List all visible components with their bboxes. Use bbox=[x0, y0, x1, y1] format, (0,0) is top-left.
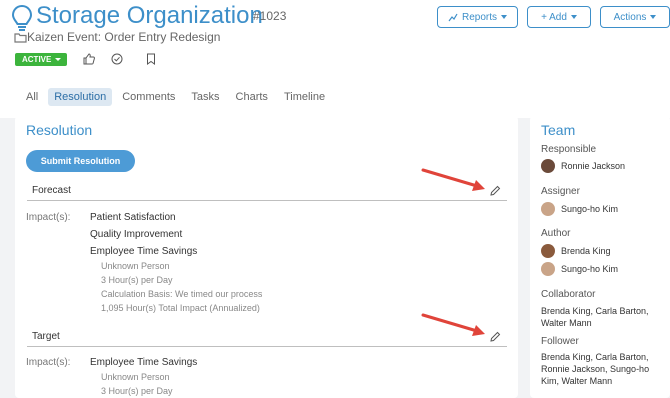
chevron-down-icon bbox=[650, 15, 657, 19]
impact-item: Employee Time Savings bbox=[90, 357, 198, 368]
thumbs-up-icon[interactable] bbox=[83, 53, 95, 65]
impact-item: Patient Satisfaction bbox=[90, 212, 176, 223]
annotation-arrow-icon bbox=[421, 168, 485, 191]
chevron-down-icon bbox=[501, 15, 507, 19]
assigner-label: Assigner bbox=[541, 186, 580, 197]
folder-icon bbox=[14, 33, 27, 43]
tab-tasks[interactable]: Tasks bbox=[185, 88, 225, 106]
forecast-label: Forecast bbox=[32, 185, 71, 196]
follower-label: Follower bbox=[541, 336, 579, 347]
impact-item: Quality Improvement bbox=[90, 229, 183, 240]
avatar bbox=[541, 244, 555, 258]
status-label: ACTIVE bbox=[22, 55, 52, 64]
impact-item: Employee Time Savings bbox=[90, 246, 198, 257]
avatar bbox=[541, 202, 555, 216]
chart-icon bbox=[448, 13, 458, 21]
resolution-title: Resolution bbox=[26, 122, 93, 138]
pencil-icon[interactable] bbox=[489, 331, 501, 343]
impact-detail: 3 Hour(s) per Day bbox=[101, 386, 173, 396]
responsible-label: Responsible bbox=[541, 144, 597, 155]
member-name: Sungo-ho Kim bbox=[561, 204, 619, 214]
ticket-number: #1023 bbox=[253, 9, 287, 23]
tab-all[interactable]: All bbox=[20, 88, 44, 106]
tab-timeline[interactable]: Timeline bbox=[278, 88, 331, 106]
avatar bbox=[541, 262, 555, 276]
add-label: + Add bbox=[541, 11, 567, 23]
team-title: Team bbox=[541, 122, 576, 138]
page-title: Storage Organization bbox=[36, 2, 263, 29]
annotation-arrow-icon bbox=[421, 313, 485, 336]
add-button[interactable]: + Add bbox=[527, 6, 591, 28]
page-header: Storage Organization #1023 Kaizen Event:… bbox=[0, 0, 670, 118]
reports-label: Reports bbox=[461, 11, 497, 23]
team-member[interactable]: Sungo-ho Kim bbox=[541, 262, 618, 276]
team-panel: Team Responsible Ronnie Jackson Assigner… bbox=[530, 116, 670, 398]
actions-button[interactable]: Actions bbox=[600, 6, 670, 28]
tab-comments[interactable]: Comments bbox=[116, 88, 181, 106]
tab-bar: All Resolution Comments Tasks Charts Tim… bbox=[20, 88, 331, 106]
breadcrumb[interactable]: Kaizen Event: Order Entry Redesign bbox=[27, 30, 220, 44]
impact-detail: Unknown Person bbox=[101, 372, 170, 382]
follower-list: Brenda King, Carla Barton, Ronnie Jackso… bbox=[541, 352, 650, 386]
status-badge[interactable]: ACTIVE bbox=[15, 53, 68, 66]
impact-detail: 1,095 Hour(s) Total Impact (Annualized) bbox=[101, 303, 260, 313]
reports-button[interactable]: Reports bbox=[437, 6, 518, 28]
team-member[interactable]: Sungo-ho Kim bbox=[541, 202, 618, 216]
impact-detail: Calculation Basis: We timed our process bbox=[101, 289, 263, 299]
team-member[interactable]: Brenda King bbox=[541, 244, 611, 258]
team-member[interactable]: Ronnie Jackson bbox=[541, 159, 625, 173]
member-name: Sungo-ho Kim bbox=[561, 264, 619, 274]
collaborator-list: Brenda King, Carla Barton, Walter Mann bbox=[541, 306, 649, 328]
target-label: Target bbox=[32, 331, 60, 342]
tab-charts[interactable]: Charts bbox=[230, 88, 274, 106]
author-label: Author bbox=[541, 228, 571, 239]
forecast-impacts-label: Impact(s): bbox=[26, 212, 71, 223]
pencil-icon[interactable] bbox=[489, 185, 501, 197]
collaborator-label: Collaborator bbox=[541, 289, 596, 300]
member-name: Brenda King bbox=[561, 246, 611, 256]
actions-label: Actions bbox=[613, 11, 647, 23]
chevron-down-icon bbox=[55, 58, 62, 61]
member-name: Ronnie Jackson bbox=[561, 161, 626, 171]
impact-detail: 3 Hour(s) per Day bbox=[101, 275, 173, 285]
avatar bbox=[541, 159, 555, 173]
bookmark-icon[interactable] bbox=[145, 53, 157, 65]
chevron-down-icon bbox=[570, 15, 577, 19]
impact-detail: Unknown Person bbox=[101, 261, 170, 271]
check-circle-icon[interactable] bbox=[111, 53, 123, 65]
target-impacts-label: Impact(s): bbox=[26, 357, 71, 368]
tab-resolution[interactable]: Resolution bbox=[48, 88, 113, 106]
submit-resolution-button[interactable]: Submit Resolution bbox=[26, 150, 135, 172]
resolution-panel: Resolution Submit Resolution Forecast Im… bbox=[15, 116, 518, 398]
